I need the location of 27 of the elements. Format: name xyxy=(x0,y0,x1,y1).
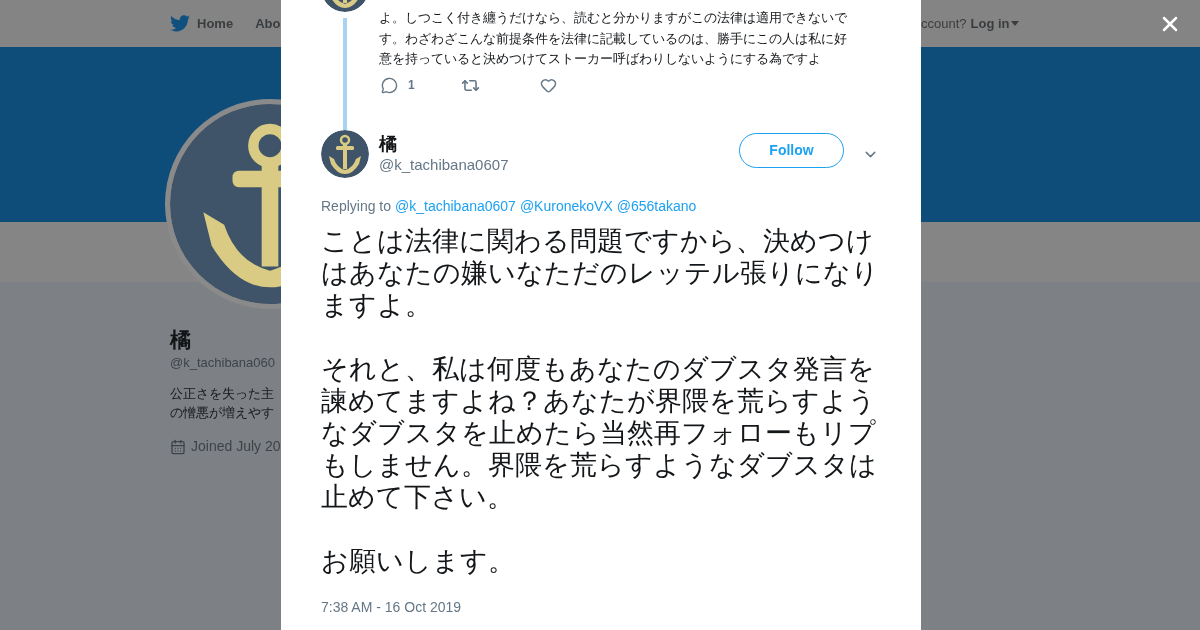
author-handle: @k_tachibana0607 xyxy=(379,155,510,175)
author-name: 橘 xyxy=(379,133,398,155)
reply-icon[interactable] xyxy=(381,76,398,94)
parent-tweet-text: よ。しつこく付き纏うだけなら、読むと分かりますがこの法律は適用できないです。わざわざこんな前提条件を法律に記載しているのは、勝手にこの人は私に好意を持っていると決めつけてストーカー呼ばわりしないようにする為ですよ xyxy=(379,9,848,68)
bird-icon xyxy=(170,15,190,32)
tweet-text: ことは法律に関わる問題ですから、決めつけはあなたの嫌いなただのレッテル張りになりますよ。 xyxy=(321,225,879,321)
reply-count: 1 xyxy=(408,77,415,94)
mention-link[interactable]: @k_tachibana0607 xyxy=(395,196,516,217)
about-link[interactable]: Abo xyxy=(255,13,281,34)
profile-handle: @k_tachibana060 xyxy=(170,354,276,372)
profile-bio-line: の憎悪が増えやす xyxy=(170,404,275,422)
anchor-avatar-icon xyxy=(321,130,369,178)
like-icon[interactable] xyxy=(540,76,557,94)
tweet-text: それと、私は何度もあなたのダブスタ発言を諫めてますよね？あなたが界隈を荒らすようなダブスタを止めたら当然再フォローもリプもしません。界隈を荒らすようなダブスタは止めて下さい。 xyxy=(321,353,878,513)
profile-bio-line: 公正さを失った主 xyxy=(170,385,275,403)
account-prompt: ccount? xyxy=(921,14,967,33)
replying-to-label: Replying to xyxy=(321,197,392,216)
tweet-text: お願いします。 xyxy=(321,545,516,577)
joined-date: Joined July 20 xyxy=(191,437,281,456)
calendar-icon xyxy=(170,438,186,455)
home-link[interactable]: Home xyxy=(197,13,234,34)
mention-link[interactable]: @KuronekoVX xyxy=(519,196,613,217)
caret-icon xyxy=(1010,21,1019,26)
profile-name: 橘 xyxy=(170,327,192,353)
login-button[interactable]: Log in xyxy=(970,13,1019,34)
mention-link[interactable]: @656takano xyxy=(616,196,697,217)
tweet-timestamp: 7:38 AM - 16 Oct 2019 xyxy=(321,598,463,617)
